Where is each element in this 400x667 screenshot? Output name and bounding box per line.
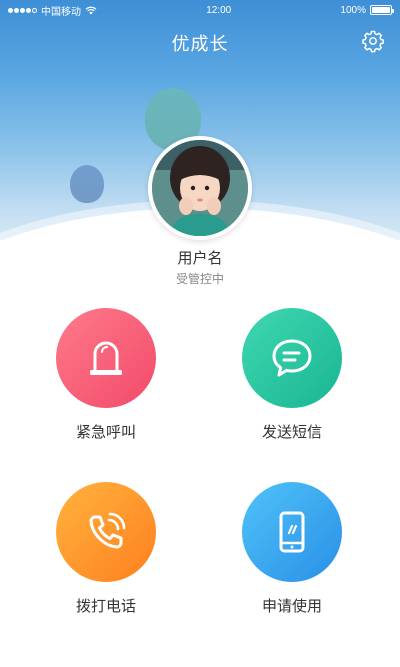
request-usage-circle: [242, 482, 342, 582]
send-sms-circle: [242, 308, 342, 408]
battery-percentage: 100%: [340, 4, 366, 16]
user-name: 用户名: [177, 249, 223, 267]
message-bubble-icon: [272, 339, 312, 377]
request-usage-button[interactable]: 申请使用: [222, 482, 362, 616]
carrier-name: 中国移动: [41, 6, 81, 18]
mobile-device-icon: [279, 511, 305, 553]
avatar-photo: [152, 140, 248, 236]
avatar[interactable]: [148, 136, 252, 240]
make-call-label: 拨打电话: [75, 597, 136, 615]
phone-icon: [89, 512, 126, 549]
make-call-circle: [56, 482, 156, 582]
request-usage-label: 申请使用: [261, 597, 322, 615]
child-portrait-image: [152, 140, 248, 236]
emergency-call-button[interactable]: 紧急呼叫: [36, 308, 176, 442]
signal-strength-icon: [8, 7, 37, 13]
alarm-light-icon: [90, 341, 122, 375]
status-left: 中国移动: [8, 3, 97, 18]
user-status: 受管控中: [175, 272, 224, 286]
status-bar: 中国移动 12:00 100%: [0, 0, 400, 20]
make-call-button[interactable]: 拨打电话: [36, 482, 176, 616]
balloon-decoration: [70, 165, 104, 203]
settings-button[interactable]: [360, 28, 386, 54]
clock-time: 12:00: [206, 4, 232, 16]
gear-icon: [362, 30, 384, 53]
battery-icon: [369, 5, 394, 15]
emergency-call-label: 紧急呼叫: [75, 423, 136, 441]
emergency-call-circle: [56, 308, 156, 408]
wifi-icon: [85, 6, 97, 14]
status-right: 100%: [340, 4, 394, 16]
send-sms-label: 发送短信: [261, 423, 322, 441]
page-title: 优成长: [171, 34, 229, 55]
send-sms-button[interactable]: 发送短信: [222, 308, 362, 442]
